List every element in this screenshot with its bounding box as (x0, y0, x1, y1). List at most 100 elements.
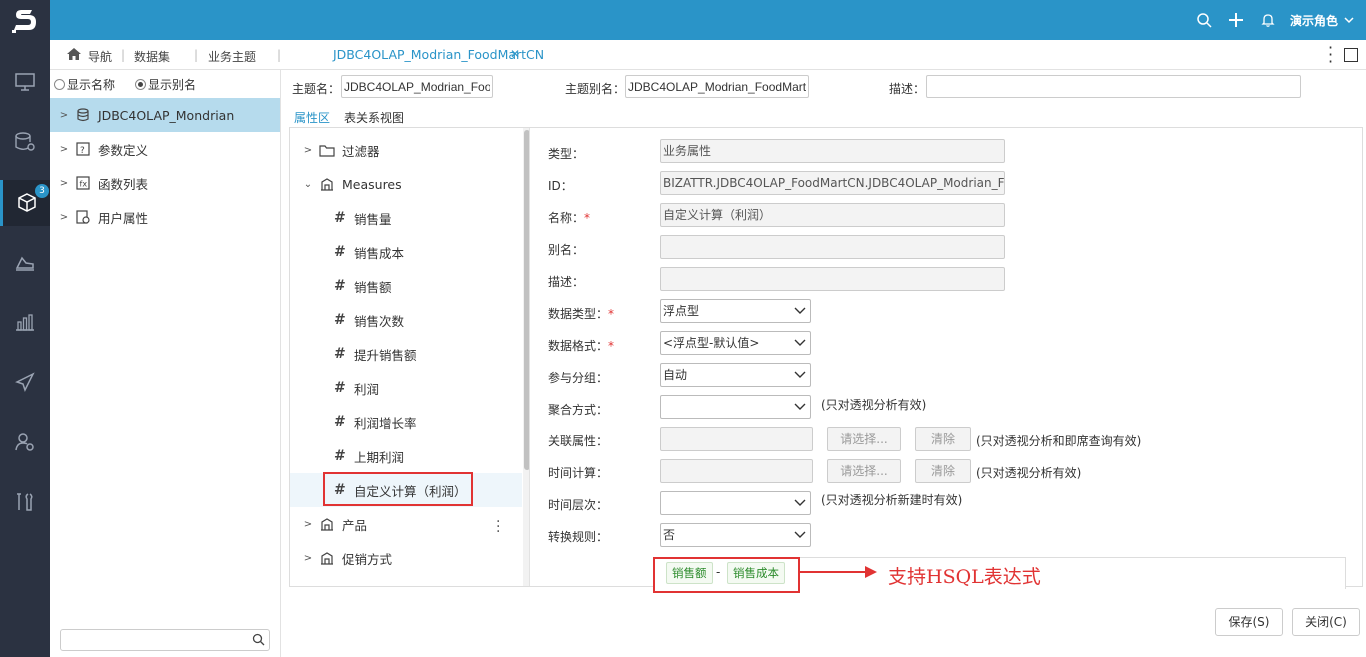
tree-node-label: 产品 (342, 517, 368, 533)
tree-item-label: 参数定义 (98, 142, 149, 158)
nav-analysis[interactable] (0, 242, 50, 282)
measure-item[interactable]: # 利润 (290, 371, 522, 405)
measure-label: 利润增长率 (354, 415, 417, 431)
left-nav: 3 (0, 40, 50, 657)
more-vertical-icon[interactable]: · · · (496, 515, 502, 539)
description-label: 描述： (548, 275, 585, 289)
breadcrumb-topic[interactable]: 业务主题 (208, 48, 256, 65)
nav-user-management[interactable] (0, 422, 50, 462)
caret-down-icon[interactable] (1344, 15, 1354, 25)
tree-search-input[interactable] (61, 630, 251, 650)
chevron-down-icon[interactable]: ⌄ (300, 179, 316, 190)
time-calc-clear-button[interactable]: 清除 (915, 459, 971, 483)
chevron-right-icon[interactable]: > (300, 145, 316, 156)
nav-business-topic[interactable]: 3 (0, 180, 50, 226)
folder-icon (318, 142, 336, 158)
convert-rule-value: 否 (663, 528, 676, 542)
send-icon (15, 372, 35, 392)
measure-item[interactable]: # 提升销售额 (290, 337, 522, 371)
app-logo[interactable] (0, 0, 50, 40)
plus-icon[interactable] (1220, 0, 1252, 40)
data-type-select[interactable]: 浮点型 (660, 299, 811, 323)
more-vertical-icon[interactable]: · · · (1328, 40, 1334, 70)
description-field[interactable] (660, 267, 1005, 291)
measure-hash-icon: # (334, 448, 346, 464)
aggregation-label: 聚合方式： (548, 403, 609, 417)
aggregation-select[interactable] (660, 395, 811, 419)
name-field[interactable]: 自定义计算（利润） (660, 203, 1005, 227)
tree-node-label: 过滤器 (342, 143, 380, 159)
topic-alias-label: 主题别名： (565, 82, 626, 96)
tree-search-box (60, 629, 270, 651)
measure-item[interactable]: # 销售量 (290, 201, 522, 235)
tree-item-label: JDBC4OLAP_Mondrian (98, 107, 235, 123)
show-alias-label[interactable]: 显示别名 (148, 76, 196, 93)
breadcrumb-separator: | (121, 48, 126, 62)
required-mark: * (584, 211, 591, 225)
measure-item[interactable]: # 销售成本 (290, 235, 522, 269)
home-icon[interactable] (66, 47, 82, 61)
measure-item[interactable]: # 利润增长率 (290, 405, 522, 439)
measure-item[interactable]: # 销售次数 (290, 303, 522, 337)
type-label: 类型： (548, 147, 585, 161)
close-tab-icon[interactable]: ✕ (510, 47, 520, 61)
nav-monitor[interactable] (0, 62, 50, 102)
chevron-right-icon[interactable]: > (300, 519, 316, 530)
chevron-right-icon[interactable]: > (300, 553, 316, 564)
data-format-select[interactable]: <浮点型-默认值> (660, 331, 811, 355)
aggregation-note: (只对透视分析有效) (821, 398, 927, 412)
convert-rule-select[interactable]: 否 (660, 523, 811, 547)
tree-item-functions[interactable]: > fx 函数列表 (50, 166, 280, 200)
tree-node-product[interactable]: > 产品 (290, 507, 522, 541)
show-alias-radio[interactable] (135, 79, 147, 90)
time-level-select[interactable] (660, 491, 811, 515)
show-name-radio[interactable] (54, 79, 65, 90)
nav-publish[interactable] (0, 362, 50, 402)
search-icon[interactable] (1188, 0, 1220, 40)
breadcrumb-dataset[interactable]: 数据集 (134, 48, 170, 65)
nav-system-tools[interactable] (0, 482, 50, 522)
related-attr-choose-button[interactable]: 请选择... (827, 427, 901, 451)
save-button[interactable]: 保存(S) (1215, 608, 1283, 636)
measure-label: 上期利润 (354, 449, 405, 465)
tree-item-datasource[interactable]: > JDBC4OLAP_Mondrian (50, 98, 280, 132)
maximize-icon[interactable] (1344, 48, 1358, 62)
annotation-arrow-icon (799, 566, 877, 578)
description-input[interactable] (926, 75, 1301, 98)
chevron-right-icon[interactable]: > (56, 110, 72, 121)
chevron-down-icon (794, 371, 806, 378)
close-button[interactable]: 关闭(C) (1292, 608, 1360, 636)
time-level-label: 时间层次： (548, 498, 609, 512)
chevron-right-icon[interactable]: > (56, 144, 72, 155)
chevron-down-icon (794, 403, 806, 410)
measure-item[interactable]: # 上期利润 (290, 439, 522, 473)
topic-alias-input[interactable] (625, 75, 809, 98)
related-attr-clear-button[interactable]: 清除 (915, 427, 971, 451)
current-role[interactable]: 演示角色 (1290, 12, 1338, 29)
svg-text:?: ? (80, 146, 85, 156)
show-name-label[interactable]: 显示名称 (67, 76, 115, 93)
tree-scrollbar-thumb[interactable] (524, 130, 529, 470)
tree-node-promotion[interactable]: > 促销方式 (290, 541, 522, 575)
topic-name-input[interactable] (341, 75, 493, 98)
nav-data-source[interactable] (0, 122, 50, 162)
time-level-note: (只对透视分析新建时有效) (821, 493, 963, 507)
time-calc-label: 时间计算： (548, 466, 609, 480)
chevron-right-icon[interactable]: > (56, 212, 72, 223)
bell-icon[interactable] (1252, 0, 1284, 40)
breadcrumb-home[interactable]: 导航 (88, 48, 112, 65)
tree-item-params[interactable]: > ? 参数定义 (50, 132, 280, 166)
alias-field[interactable] (660, 235, 1005, 259)
grouping-select[interactable]: 自动 (660, 363, 811, 387)
nav-reports[interactable] (0, 302, 50, 342)
tree-node-filter[interactable]: > 过滤器 (290, 133, 522, 167)
chevron-right-icon[interactable]: > (56, 178, 72, 189)
tree-item-user-props[interactable]: > 用户属性 (50, 200, 280, 234)
time-calc-choose-button[interactable]: 请选择... (827, 459, 901, 483)
tree-node-measures[interactable]: ⌄ Measures (290, 167, 522, 201)
tab-relation-view[interactable]: 表关系视图 (344, 109, 404, 126)
measure-hash-icon: # (334, 312, 346, 328)
measure-item[interactable]: # 销售额 (290, 269, 522, 303)
field-tree: > 过滤器 ⌄ Measures # 销售量 # 销售成本 # 销售额 # 销售次数 #… (290, 128, 530, 586)
search-icon[interactable] (252, 633, 265, 646)
